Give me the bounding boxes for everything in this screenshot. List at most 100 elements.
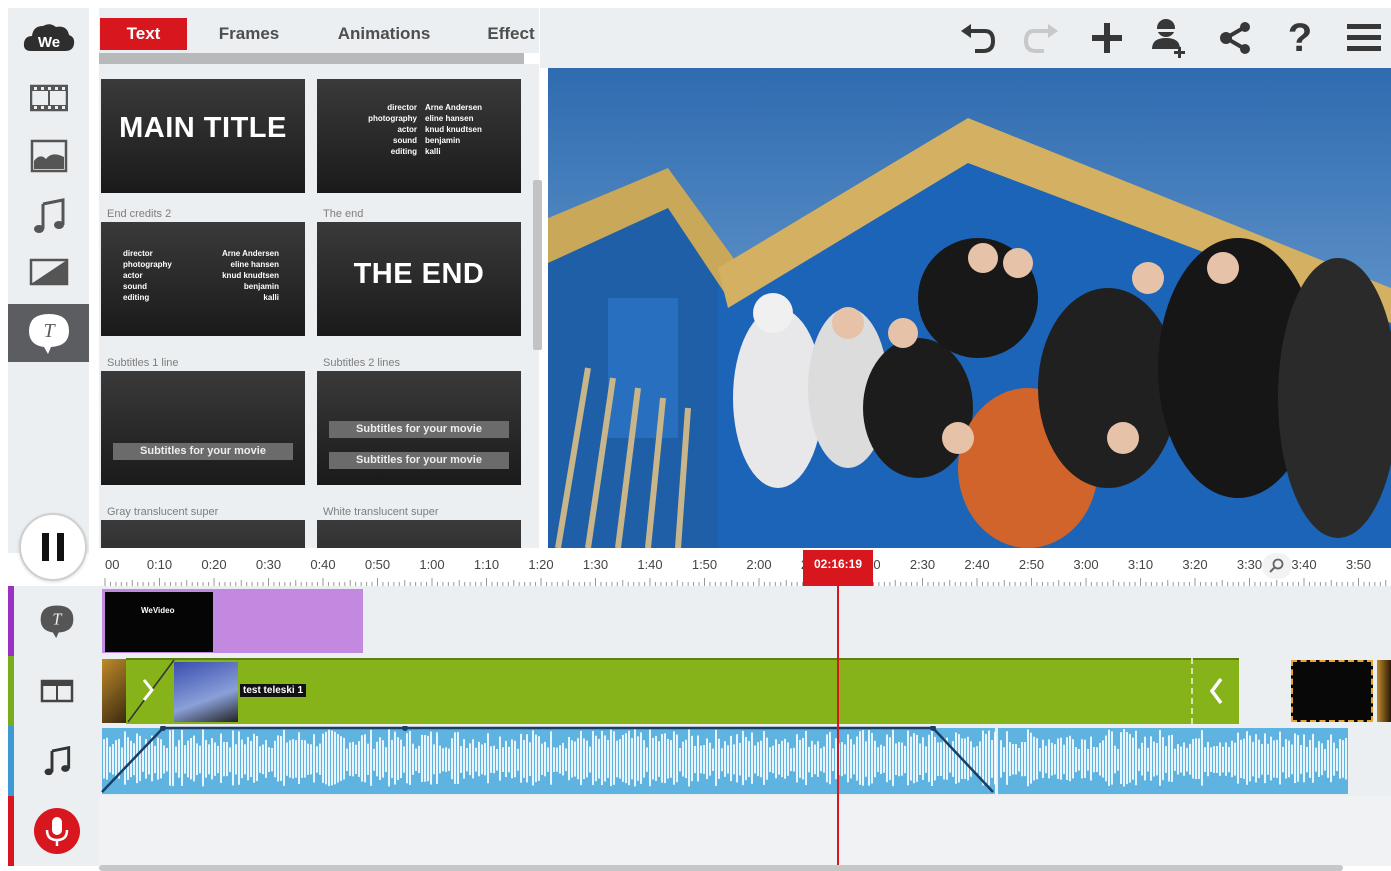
film-icon [40,679,73,703]
template-thumbnail: director Arne Andersen photography eline h… [317,79,521,193]
template-label: Subtitles 2 lines [323,357,401,369]
video-clip-end-handle[interactable] [1191,658,1239,724]
logo-text: We [37,34,59,51]
template-thumbnail: THE END [317,222,521,336]
tab-effect[interactable]: Effect [474,18,548,50]
rail-transition-button[interactable] [8,244,89,300]
timeline-ruler[interactable]: 00 0:10 0:20 0:30 0:40 0:50 1:00 1:10 1:20 1:30 1:… [99,553,1391,586]
preview-frame-image [548,68,1391,548]
undo-button[interactable] [955,16,999,60]
template-end-credits-2[interactable]: End credits 2 director Arne Andersen phot… [101,207,307,336]
credits-rows: director Arne Andersen photography eline h… [123,249,279,302]
ruler-tick-label: 3:50 [1346,557,1371,572]
rail-text-button[interactable]: T [8,304,89,362]
menu-button[interactable] [1342,16,1386,60]
text-clip[interactable]: WeVideo [102,589,363,653]
tab-scrollbar[interactable] [99,53,524,64]
ruler-tick-label: 1:20 [528,557,553,572]
video-clip-label: test teleski 1 [240,684,307,697]
ruler-tick-label: 3:10 [1128,557,1153,572]
music-icon [44,746,70,776]
current-time: 02:16:19 [813,557,863,571]
text-bubble-icon: T [28,314,69,354]
template-thumbnail [101,520,305,548]
rail-photo-button[interactable] [8,128,89,184]
template-white-super[interactable]: White translucent super [317,505,523,548]
video-clip-next[interactable] [1291,660,1373,722]
template-thumbnail: MAIN TITLE [101,79,305,193]
video-clip[interactable]: test teleski 1 [126,658,1239,724]
film-icon [29,84,68,112]
app-logo[interactable]: We [8,8,89,68]
subtitle-line: Subtitles for your movie [329,421,509,438]
pause-icon [42,533,64,561]
transition-marker [127,659,175,723]
video-editor-app: We T Text Frames Animations Effect ? MAI… [0,0,1391,871]
search-icon [1269,558,1284,573]
transition-icon [29,258,68,286]
template-gray-super[interactable]: Gray translucent super [101,505,307,548]
template-subtitles-2[interactable]: Subtitles 2 lines Subtitles for your mov… [317,356,523,485]
add-button[interactable] [1085,16,1129,60]
svg-text:T: T [43,320,56,342]
audio-track-header[interactable] [8,726,99,796]
undo-icon [961,24,995,53]
audio-track-lane [99,726,1391,796]
ruler-tick-label: 1:50 [692,557,717,572]
playhead-line[interactable] [837,586,839,871]
template-subtitles-1[interactable]: Subtitles 1 line Subtitles for your movi… [101,356,307,485]
text-track-lane: WeVideo [99,586,1391,656]
ruler-tick-label: 3:30 [1237,557,1262,572]
template-label: Gray translucent super [107,506,219,518]
timeline-scrollbar[interactable] [99,865,1343,871]
tab-text[interactable]: Text [100,18,187,50]
add-icon [1092,23,1122,53]
redo-button[interactable] [1020,16,1064,60]
text-track-header[interactable]: T [8,586,99,656]
help-icon: ? [1287,15,1313,60]
add-user-icon [1152,19,1185,58]
template-main-title[interactable]: MAIN TITLE [101,65,307,193]
rail-music-button[interactable] [8,188,89,244]
add-user-button[interactable] [1148,16,1192,60]
pause-button[interactable] [19,513,87,581]
template-end-credits-1[interactable]: director Arne Andersen photography eline h… [317,65,523,193]
audio-waveform[interactable] [99,726,1391,796]
video-clip-next-2[interactable] [1377,660,1391,722]
ruler-tick-label: 0:20 [201,557,226,572]
ruler-tick-label: 3:00 [1073,557,1098,572]
text-bubble-icon: T [40,605,73,639]
video-clip-thumbnail [174,662,238,722]
left-rail: We T [8,8,89,553]
ruler-tick-label: 1:40 [637,557,662,572]
template-label: White translucent super [323,506,439,518]
text-template-panel: MAIN TITLE director Arne Andersen photogr… [99,64,539,548]
timeline-zoom-button[interactable] [1262,553,1292,579]
panel-scrollbar[interactable] [533,180,542,350]
image-icon [30,139,67,173]
text-clip-thumbnail: WeVideo [105,592,213,652]
tab-animations[interactable]: Animations [327,18,441,50]
ruler-tick-label: 3:40 [1291,557,1316,572]
video-clip-edge[interactable] [102,659,126,723]
share-button[interactable] [1213,16,1257,60]
chevron-left-icon [1209,677,1223,705]
template-the-end[interactable]: The end THE END [317,207,523,336]
subtitle-line: Subtitles for your movie [329,452,509,469]
template-thumbnail: Subtitles for your movie Subtitles for y… [317,371,521,485]
redo-icon [1024,24,1058,53]
credits-rows: director Arne Andersen photography eline h… [368,103,483,156]
ruler-tick-label: 1:10 [474,557,499,572]
ruler-tick-label: 0:30 [256,557,281,572]
subtitle-line: Subtitles for your movie [113,443,293,460]
template-label: End credits 2 [107,208,172,220]
video-track-header[interactable] [8,656,99,726]
ruler-tick-label: 2:40 [964,557,989,572]
rail-video-button[interactable] [8,70,89,126]
voice-track-header[interactable] [8,796,99,866]
ruler-tick-label: 1:00 [419,557,444,572]
help-button[interactable]: ? [1278,16,1322,60]
tab-frames[interactable]: Frames [207,18,291,50]
video-preview[interactable] [548,68,1391,548]
playhead-time-badge[interactable]: 02:16:19 [803,550,873,587]
